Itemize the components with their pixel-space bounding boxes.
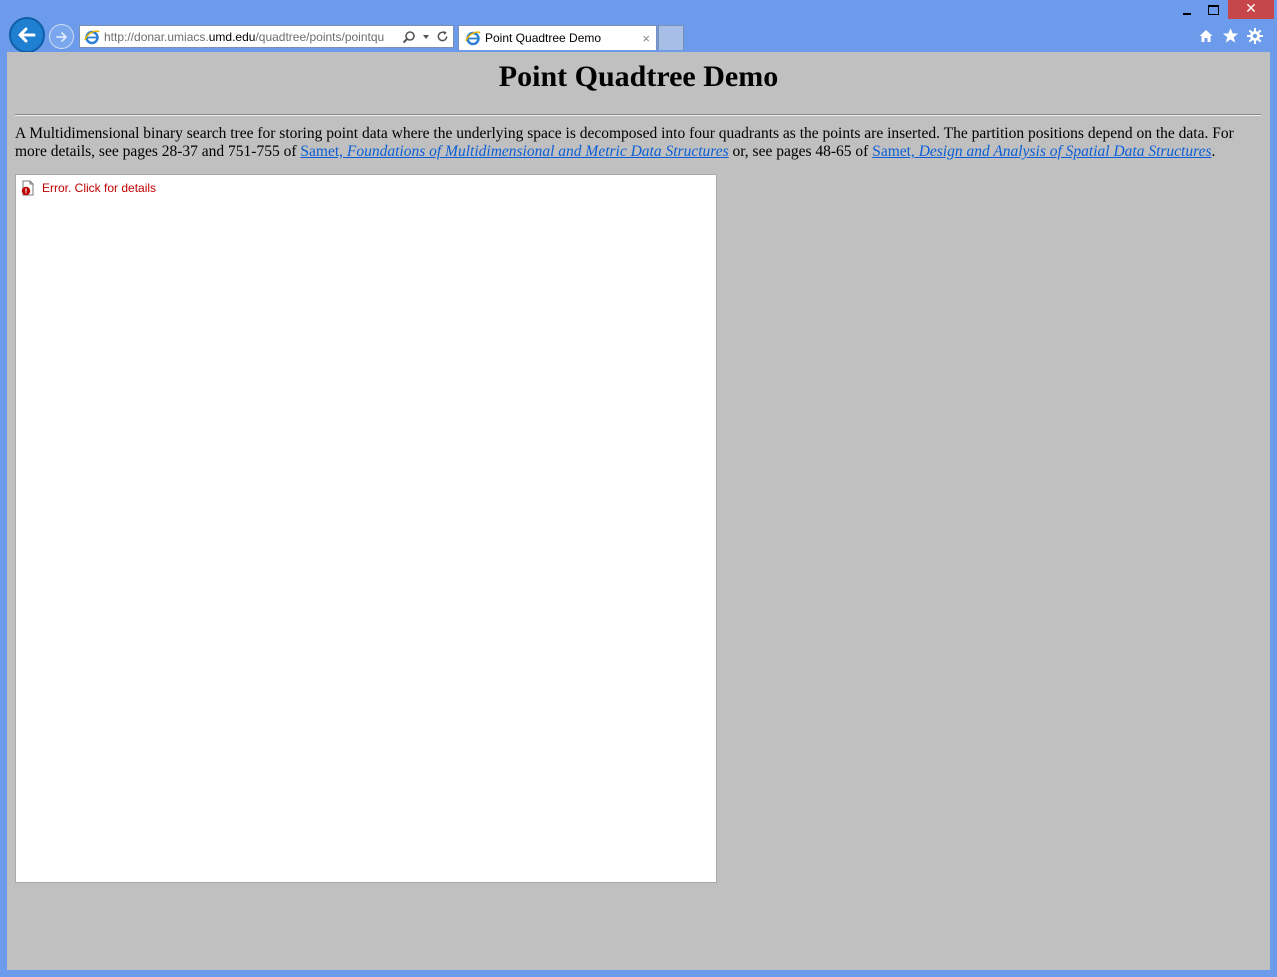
link-author: Samet, bbox=[872, 143, 919, 160]
applet-area[interactable]: Error. Click for details bbox=[15, 174, 717, 883]
url-suffix: /quadtree/points/pointqu bbox=[255, 29, 385, 44]
description: A Multidimensional binary search tree fo… bbox=[15, 125, 1261, 161]
page-viewport[interactable]: Point Quadtree Demo A Multidimensional b… bbox=[7, 52, 1270, 970]
link-title: Design and Analysis of Spatial Data Stru… bbox=[918, 143, 1212, 160]
close-icon: ✕ bbox=[1245, 1, 1257, 17]
error-message: Error. Click for details bbox=[42, 181, 157, 195]
link-title: Foundations of Multidimensional and Metr… bbox=[346, 143, 729, 160]
back-button[interactable] bbox=[9, 17, 45, 53]
page-title: Point Quadtree Demo bbox=[498, 60, 779, 93]
maximize-icon bbox=[1208, 4, 1219, 15]
new-tab-button[interactable] bbox=[658, 25, 684, 50]
tab-label: Point Quadtree Demo bbox=[485, 31, 602, 45]
address-bar[interactable]: http://donar.umiacs.umd.edu/quadtree/poi… bbox=[79, 25, 454, 48]
tab-point-quadtree-demo[interactable]: Point Quadtree Demo × bbox=[458, 25, 657, 50]
refresh-icon[interactable] bbox=[436, 30, 449, 43]
error-document-icon bbox=[21, 180, 34, 196]
divider bbox=[15, 114, 1261, 116]
tab-close-icon[interactable]: × bbox=[642, 31, 650, 46]
dropdown-icon[interactable] bbox=[422, 33, 430, 41]
minimize-icon bbox=[1183, 12, 1191, 15]
url-prefix: http://donar.umiacs. bbox=[104, 29, 209, 44]
forward-button[interactable] bbox=[49, 24, 74, 49]
close-window-button[interactable]: ✕ bbox=[1228, 0, 1274, 19]
url-domain: umd.edu bbox=[208, 29, 256, 44]
maximize-button[interactable] bbox=[1200, 0, 1227, 19]
link-foundations-book[interactable]: Samet, Foundations of Multidimensional a… bbox=[300, 143, 728, 160]
description-text-2: or, see pages 48-65 of bbox=[728, 143, 873, 160]
ie-tab-icon bbox=[465, 31, 481, 46]
description-text-3: . bbox=[1211, 143, 1216, 160]
minimize-button[interactable] bbox=[1174, 0, 1200, 19]
applet-error[interactable]: Error. Click for details bbox=[20, 180, 156, 196]
forward-arrow-icon bbox=[55, 31, 67, 42]
link-design-analysis-book[interactable]: Samet, Design and Analysis of Spatial Da… bbox=[872, 143, 1211, 160]
favorites-star-icon[interactable] bbox=[1222, 27, 1239, 44]
ie-page-icon bbox=[84, 29, 100, 44]
back-arrow-icon bbox=[18, 27, 36, 43]
home-icon[interactable] bbox=[1198, 28, 1214, 44]
url-text[interactable]: http://donar.umiacs.umd.edu/quadtree/poi… bbox=[104, 30, 396, 44]
link-author: Samet, bbox=[300, 143, 347, 160]
settings-gear-icon[interactable] bbox=[1247, 27, 1263, 44]
search-icon[interactable] bbox=[402, 30, 416, 44]
